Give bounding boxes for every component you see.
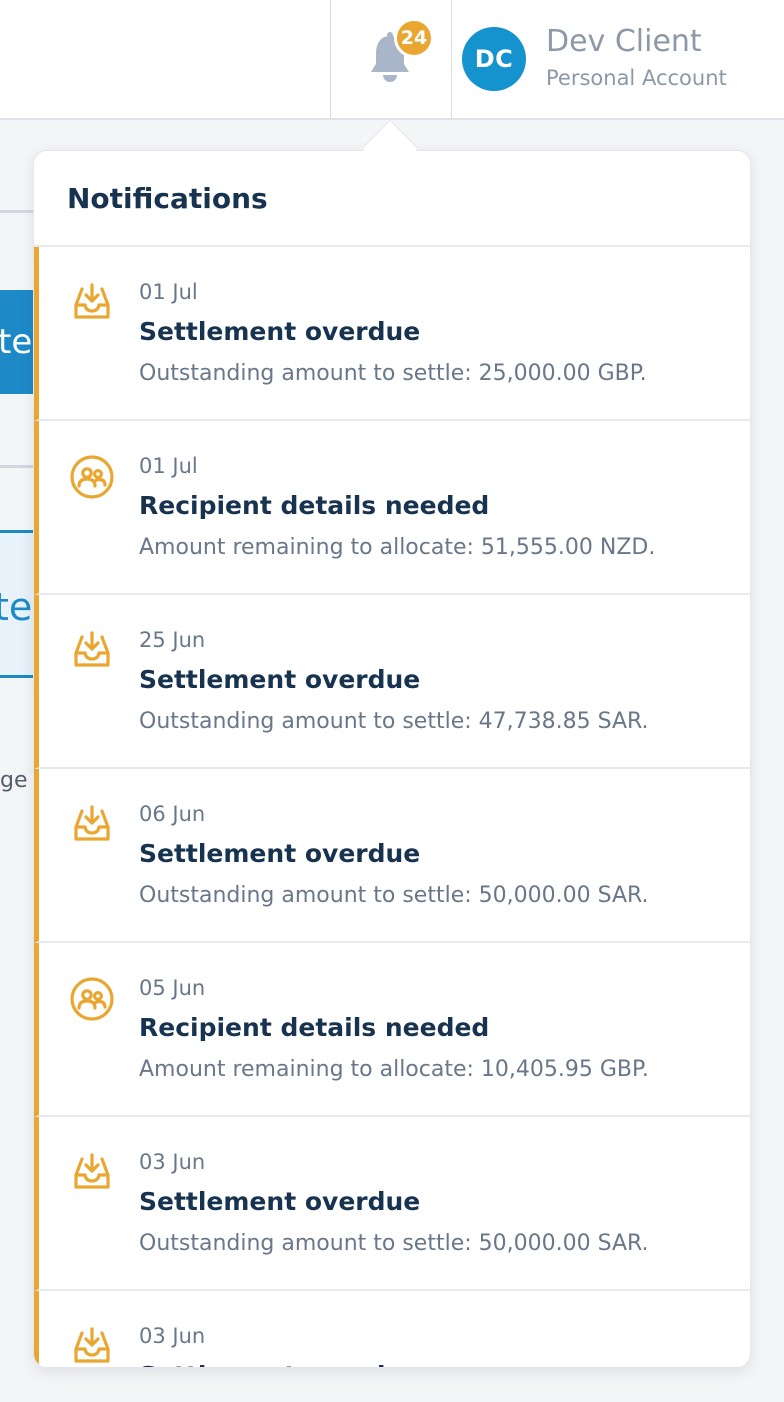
notification-item[interactable]: 01 Jul Settlement overdue Outstanding amou… bbox=[34, 247, 750, 421]
notification-item[interactable]: 01 Jul Recipient details needed Amount rem… bbox=[34, 421, 750, 595]
top-header: 24 DC Dev Client Personal Account bbox=[0, 0, 784, 120]
inbox-download-icon bbox=[68, 1149, 116, 1197]
notification-title: Settlement overdue bbox=[139, 839, 421, 868]
notification-date: 01 Jul bbox=[139, 454, 198, 478]
header-divider bbox=[451, 0, 452, 118]
notification-date: 06 Jun bbox=[139, 802, 206, 826]
notification-title: Recipient details needed bbox=[139, 1013, 490, 1042]
notification-description: Outstanding amount to settle: 50,000.00 … bbox=[139, 1231, 649, 1256]
notifications-title: Notifications bbox=[67, 181, 268, 215]
notifications-dropdown: Notifications 01 Jul Settlement overdue Ou… bbox=[33, 150, 751, 1368]
notification-count-badge: 24 bbox=[394, 18, 434, 58]
notification-title: Settlement overdue bbox=[139, 665, 421, 694]
inbox-download-icon bbox=[68, 279, 116, 327]
notification-date: 25 Jun bbox=[139, 628, 206, 652]
account-type: Personal Account bbox=[546, 66, 727, 90]
header-divider bbox=[330, 0, 331, 118]
recipients-icon bbox=[68, 453, 116, 501]
notification-description: Outstanding amount to settle: 50,000.00 … bbox=[139, 883, 649, 908]
notification-date: 01 Jul bbox=[139, 280, 198, 304]
notification-description: Outstanding amount to settle: 25,000.00 … bbox=[139, 361, 647, 386]
notification-title: Settlement overdue bbox=[139, 317, 421, 346]
notification-item[interactable]: 06 Jun Settlement overdue Outstanding amou… bbox=[34, 769, 750, 943]
inbox-download-icon bbox=[68, 627, 116, 675]
notification-item[interactable]: 03 Jun Settlement overdue bbox=[34, 1291, 750, 1367]
notification-date: 03 Jun bbox=[139, 1324, 206, 1348]
notifications-list: 01 Jul Settlement overdue Outstanding amou… bbox=[34, 247, 750, 1367]
recipients-icon bbox=[68, 975, 116, 1023]
inbox-download-icon bbox=[68, 1323, 116, 1367]
notification-description: Amount remaining to allocate: 51,555.00 … bbox=[139, 535, 656, 560]
notifications-button[interactable]: 24 bbox=[366, 18, 434, 88]
notification-description: Outstanding amount to settle: 47,738.85 … bbox=[139, 709, 649, 734]
avatar[interactable]: DC bbox=[462, 27, 526, 91]
notification-item[interactable]: 05 Jun Recipient details needed Amount rem… bbox=[34, 943, 750, 1117]
notification-title: Settlement overdue bbox=[139, 1361, 420, 1367]
notification-date: 05 Jun bbox=[139, 976, 206, 1000]
notification-title: Recipient details needed bbox=[139, 491, 490, 520]
notification-description: Amount remaining to allocate: 10,405.95 … bbox=[139, 1057, 649, 1082]
notification-date: 03 Jun bbox=[139, 1150, 206, 1174]
notification-item[interactable]: 25 Jun Settlement overdue Outstanding amou… bbox=[34, 595, 750, 769]
notification-item[interactable]: 03 Jun Settlement overdue Outstanding amou… bbox=[34, 1117, 750, 1291]
user-name[interactable]: Dev Client bbox=[546, 24, 702, 59]
notification-title: Settlement overdue bbox=[139, 1187, 421, 1216]
inbox-download-icon bbox=[68, 801, 116, 849]
